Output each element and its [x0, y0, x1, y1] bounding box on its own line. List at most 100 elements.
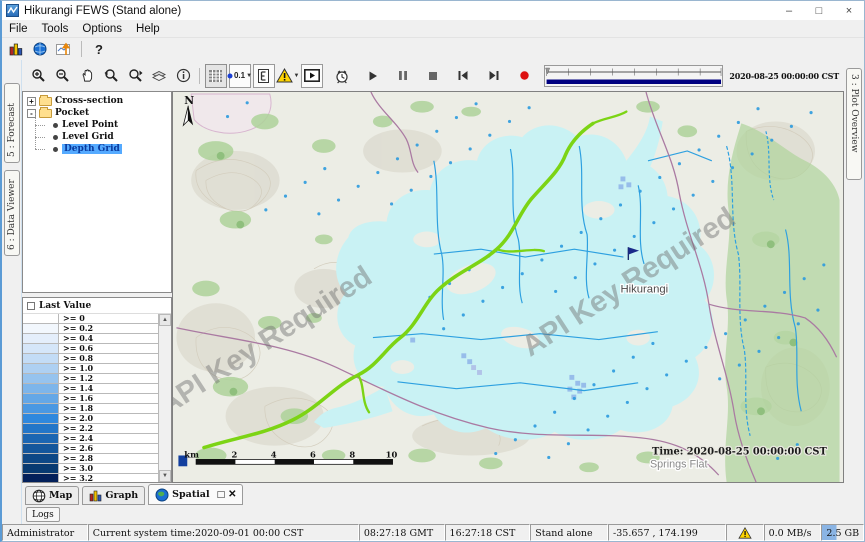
zoom-out-icon: [55, 68, 71, 84]
gmt-time: 08:27:18 GMT: [359, 524, 445, 541]
legend-row[interactable]: >= 3.2: [23, 474, 158, 482]
tab-spatial[interactable]: Spatial □ ✕: [148, 484, 243, 505]
toolbar-separator: [81, 41, 82, 57]
warning-dropdown[interactable]: ▼: [277, 64, 299, 88]
time-slider[interactable]: [544, 65, 724, 87]
legend-toggle-button[interactable]: [253, 64, 275, 88]
tree-label[interactable]: Level Grid: [62, 132, 114, 142]
tab-graph[interactable]: Graph: [82, 486, 145, 505]
application-window: Hikurangi FEWS (Stand alone) – □ × File …: [0, 0, 865, 542]
tree-label[interactable]: Pocket: [55, 108, 89, 118]
tree-node-depth-grid[interactable]: Depth Grid: [23, 143, 171, 155]
database-viewer-button[interactable]: [6, 39, 26, 59]
left-panel: + Cross-section - Pocket Level Point: [22, 91, 172, 483]
expander-icon[interactable]: +: [27, 97, 36, 106]
town-label: Hikurangi: [620, 283, 668, 295]
caret-down-icon: ▼: [294, 73, 300, 79]
map-display-button[interactable]: [30, 39, 50, 59]
legend-label: >= 2.0: [59, 414, 93, 423]
layers-button[interactable]: [148, 64, 170, 88]
legend-label: >= 1.2: [59, 374, 93, 383]
pause-icon: [398, 70, 408, 81]
zoom-out-button[interactable]: [52, 64, 74, 88]
info-button[interactable]: [172, 64, 194, 88]
legend-label: >= 0.8: [59, 354, 93, 363]
play-button[interactable]: [362, 64, 384, 88]
globe-icon: [33, 42, 47, 56]
close-button[interactable]: ×: [834, 1, 864, 20]
last-value-checkbox[interactable]: [27, 302, 35, 310]
menu-help[interactable]: Help: [129, 23, 167, 35]
content-row: + Cross-section - Pocket Level Point: [22, 91, 844, 483]
play-icon: [367, 70, 379, 82]
stop-button[interactable]: [422, 64, 444, 88]
zoom-in-button[interactable]: [28, 64, 50, 88]
grid-display-button[interactable]: [205, 64, 227, 88]
tab-map[interactable]: Map: [25, 486, 79, 505]
tree-node-cross-section[interactable]: + Cross-section: [23, 95, 171, 107]
tab-plot-overview[interactable]: 3 : Plot Overview: [846, 68, 862, 180]
tree-node-level-grid[interactable]: Level Grid: [23, 131, 171, 143]
menu-options[interactable]: Options: [75, 23, 129, 35]
legend-label: >= 2.2: [59, 424, 93, 433]
warning-indicator[interactable]: [726, 524, 764, 541]
legend-swatch: [23, 444, 59, 453]
map-time-label: Time: 2020-08-25 00:00:00 CST: [652, 446, 827, 457]
help-button[interactable]: ?: [89, 39, 109, 59]
class-breaks-dropdown[interactable]: 0.1 ▼: [229, 64, 251, 88]
system-time: Current system time:2020-09-01 00:00 CST: [88, 524, 359, 541]
scroll-up-icon[interactable]: ▲: [159, 314, 171, 326]
timeseries-display-button[interactable]: [54, 39, 74, 59]
wireframe-globe-icon: [32, 489, 46, 503]
legend-swatch: [23, 414, 59, 423]
legend-scrollbar[interactable]: ▲ ▼: [158, 314, 171, 482]
scroll-down-icon[interactable]: ▼: [159, 470, 171, 482]
logs-button[interactable]: Logs: [26, 507, 60, 522]
animation-settings-button[interactable]: [331, 64, 353, 88]
tab-data-viewer[interactable]: 6 : Data Viewer: [4, 170, 20, 256]
tree-label[interactable]: Level Point: [62, 120, 118, 130]
pause-button[interactable]: [392, 64, 414, 88]
svg-text:km: km: [184, 449, 199, 459]
tree-node-level-point[interactable]: Level Point: [23, 119, 171, 131]
legend-label: >= 1.8: [59, 404, 93, 413]
legend-swatch: [23, 474, 59, 482]
main-area: 5 : Forecast 6 : Data Viewer 0.1 ▼: [2, 60, 864, 524]
zoom-in-icon: [31, 68, 47, 84]
tree-label[interactable]: Cross-section: [55, 96, 123, 106]
boxed-play-icon: [304, 69, 320, 82]
zoom-next-button[interactable]: [124, 64, 146, 88]
legend-label: >= 0.2: [59, 324, 93, 333]
menu-tools[interactable]: Tools: [35, 23, 76, 35]
legend-swatch: [23, 374, 59, 383]
animation-display-button[interactable]: [301, 64, 323, 88]
maximize-button[interactable]: □: [804, 1, 834, 20]
legend-label: >= 1.6: [59, 394, 93, 403]
legend-swatch: [23, 384, 59, 393]
tab-forecast[interactable]: 5 : Forecast: [4, 83, 20, 163]
minimize-button[interactable]: –: [774, 1, 804, 20]
step-forward-button[interactable]: [483, 64, 505, 88]
svg-text:6: 6: [310, 449, 316, 459]
map-viewport[interactable]: API Key Required API Key Required Hikura…: [172, 91, 844, 483]
layers-icon: [151, 68, 167, 83]
database-bars-icon: [9, 42, 24, 56]
legend-swatch: [23, 424, 59, 433]
zoom-previous-button[interactable]: [100, 64, 122, 88]
bottom-tab-bar: Map Graph Spatial □ ✕: [22, 483, 844, 505]
tab-restore-icon[interactable]: □: [217, 490, 226, 500]
warning-icon: [276, 68, 293, 83]
menu-file[interactable]: File: [2, 23, 35, 35]
legend-label: >= 0.4: [59, 334, 93, 343]
map-canvas[interactable]: API Key Required API Key Required Hikura…: [173, 92, 843, 482]
app-icon: [6, 4, 19, 17]
legend-panel: Last Value >= 0>= 0.2>= 0.4>= 0.6>= 0.8>…: [22, 297, 172, 483]
network-rate: 0.0 MB/s: [764, 524, 822, 541]
tree-node-pocket[interactable]: - Pocket: [23, 107, 171, 119]
tree-label-selected[interactable]: Depth Grid: [62, 144, 122, 154]
step-back-button[interactable]: [452, 64, 474, 88]
pan-button[interactable]: [76, 64, 98, 88]
caret-down-icon: ▼: [246, 73, 252, 79]
tab-close-icon[interactable]: ✕: [228, 489, 236, 500]
record-button[interactable]: [514, 64, 536, 88]
